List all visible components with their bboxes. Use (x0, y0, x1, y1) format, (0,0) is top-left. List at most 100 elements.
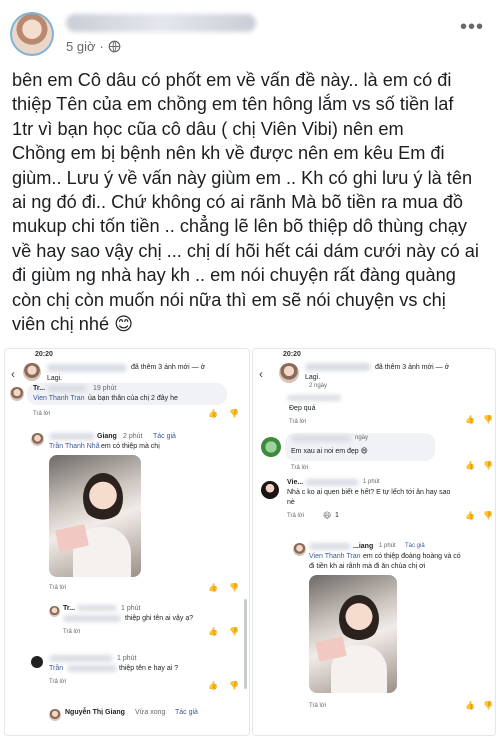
mention-redacted (67, 665, 117, 672)
reply-link[interactable]: Trả lời (49, 585, 66, 591)
name-redacted (305, 363, 371, 371)
post-line: mukup chi tốn tiền .. chẳng lẽ lên bõ th… (12, 216, 467, 237)
commenter-avatar (31, 433, 44, 446)
reaction-count: 1 (335, 512, 339, 519)
reply-link[interactable]: Trả lời (63, 629, 80, 635)
comment-text: nè (287, 499, 295, 506)
commenter-avatar (49, 709, 61, 721)
post-line: viên chị nhé 😊 (12, 314, 134, 335)
comment-text: Nhà c ko ai quen biết e hết? E tự lếch t… (287, 489, 451, 496)
reply-link[interactable]: Trả lời (309, 703, 326, 709)
comment-author[interactable]: Tr... (63, 605, 75, 612)
dislike-icon[interactable]: 👎 (483, 415, 493, 424)
reaction-icon[interactable]: 😆 (323, 511, 331, 520)
name-redacted (47, 364, 127, 372)
author-name-redacted[interactable] (66, 14, 256, 32)
like-icon[interactable]: 👍 (208, 681, 218, 690)
mention[interactable]: Vien Thanh Tran (33, 395, 85, 402)
post-header: 5 giờ · ••• (0, 0, 498, 62)
screenshot-right[interactable]: 20:20 ‹ đã thêm 3 ảnh mới — ở Lagi. 2 ng… (252, 348, 496, 736)
separator-dot: · (99, 39, 104, 54)
comment-author[interactable]: Nguyễn Thị Giang (65, 709, 125, 716)
comment-photo[interactable] (309, 575, 397, 693)
mention[interactable]: Trần Thanh Nhã (49, 443, 100, 450)
comment-time: 19 phút (93, 385, 117, 392)
comment-author[interactable]: Tr... (33, 385, 45, 392)
comment-text: thiệp tên e hay ai ? (119, 665, 179, 672)
name-redacted (309, 543, 351, 550)
name-redacted (291, 435, 351, 442)
back-icon[interactable]: ‹ (11, 367, 15, 381)
scrollbar[interactable] (244, 599, 247, 689)
globe-icon (108, 40, 121, 53)
mention-redacted (63, 615, 121, 622)
author-badge: Tác giả (175, 709, 198, 716)
name-redacted (77, 605, 117, 611)
name-redacted (305, 479, 359, 486)
name-redacted (49, 655, 113, 662)
commenter-avatar (261, 437, 281, 457)
mention[interactable]: Trần (49, 665, 63, 672)
reply-link[interactable]: Trả lời (49, 679, 66, 685)
author-avatar[interactable] (10, 12, 54, 56)
dislike-icon[interactable]: 👎 (229, 409, 239, 418)
comment-author[interactable]: ...iang (353, 543, 373, 550)
comment-text: Đẹp quá (289, 405, 316, 412)
dislike-icon[interactable]: 👎 (483, 511, 493, 520)
page-avatar (23, 363, 41, 381)
post-line: thiệp Tên của em chồng em tên hông lắm v… (12, 94, 454, 115)
post-line: bên em Cô dâu có phốt em về vấn đề này..… (12, 70, 452, 90)
post-line: 1tr vì bạn học cũa cô dâu ( chị Viên Vib… (12, 118, 404, 139)
page-avatar (279, 363, 299, 383)
header-time: 2 ngày (309, 383, 328, 389)
comment-time: Vừa xong (135, 709, 166, 716)
commenter-avatar (261, 481, 279, 499)
like-icon[interactable]: 👍 (208, 627, 218, 636)
name-redacted (49, 433, 95, 440)
comment-time: 1 phút (121, 605, 141, 612)
post-meta: 5 giờ · (66, 39, 121, 54)
post-line: đi giùm ng nhà hay kh .. em nói chuyện r… (12, 265, 456, 286)
comment-photo[interactable] (49, 455, 141, 577)
comment-author[interactable]: Giang (97, 433, 117, 440)
comment-time: 1 phút (379, 543, 396, 549)
comment-text: Em xau ai noi em đẹp 😄 (291, 448, 368, 455)
more-options-icon[interactable]: ••• (460, 16, 484, 39)
reply-link[interactable]: Trả lời (33, 411, 50, 417)
dislike-icon[interactable]: 👎 (229, 681, 239, 690)
like-icon[interactable]: 👍 (208, 409, 218, 418)
like-icon[interactable]: 👍 (465, 415, 475, 424)
header-sub: Lagi. (47, 375, 63, 382)
comment-text: thiệp ghi tên ai vậy ạ? (125, 615, 194, 622)
reply-link[interactable]: Trả lời (289, 419, 306, 425)
comment-text: ủa bạn thân của chị 2 đây he (88, 395, 178, 402)
dislike-icon[interactable]: 👎 (229, 583, 239, 592)
commenter-avatar (31, 656, 43, 668)
dislike-icon[interactable]: 👎 (229, 627, 239, 636)
post-line: ai ng đó đi.. Chứ không có ai rãnh Mà bõ… (12, 192, 463, 213)
post-line: còn chị còn muốn nói nữa thì em sẽ nói c… (12, 289, 446, 310)
comment-time: ngày (355, 435, 369, 441)
screenshot-left[interactable]: 20:20 ‹ đã thêm 3 ảnh mới — ở Lagi. Tr..… (4, 348, 250, 736)
comment-text: em có thiệp mà chị (101, 443, 160, 450)
dislike-icon[interactable]: 👎 (483, 701, 493, 710)
reply-link[interactable]: Trả lời (291, 465, 308, 471)
name-redacted (287, 395, 341, 401)
post-line: giùm.. Lưu ý về vấn này giùm em .. Kh có… (12, 167, 473, 188)
like-icon[interactable]: 👍 (465, 461, 475, 470)
mention[interactable]: Vien Thanh Tran (309, 553, 361, 560)
dislike-icon[interactable]: 👎 (483, 461, 493, 470)
comment-author[interactable]: Vie... (287, 479, 303, 486)
like-icon[interactable]: 👍 (465, 511, 475, 520)
back-icon[interactable]: ‹ (259, 367, 263, 381)
comment-time: 1 phút (117, 655, 137, 662)
status-time: 20:20 (35, 351, 53, 358)
reply-link[interactable]: Trả lời (287, 513, 304, 519)
post-time[interactable]: 5 giờ (66, 39, 96, 54)
status-time: 20:20 (283, 351, 301, 358)
post-body: bên em Cô dâu có phốt em về vấn đề này..… (12, 68, 488, 336)
like-icon[interactable]: 👍 (465, 701, 475, 710)
comment-text: em có thiệp đoàng hoàng và có (363, 553, 461, 560)
like-icon[interactable]: 👍 (208, 583, 218, 592)
header-sub: Lagi. (305, 374, 321, 381)
